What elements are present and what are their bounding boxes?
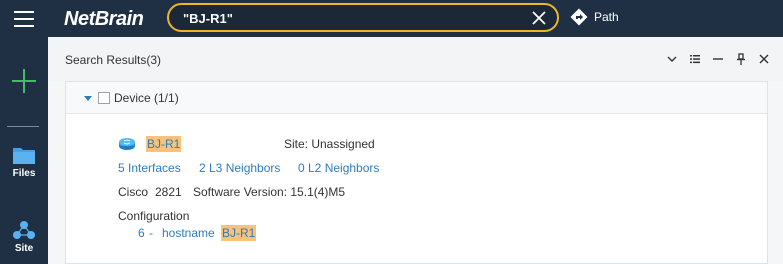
router-icon [119, 138, 135, 150]
panel-title: Search Results(3) [65, 53, 162, 67]
device-name-link[interactable]: BJ-R1 [146, 136, 182, 152]
sidebar-item-site[interactable]: Site [0, 220, 48, 254]
interfaces-link[interactable]: 5 Interfaces [118, 160, 181, 176]
configuration-heading: Configuration [118, 209, 190, 223]
config-keyword[interactable]: hostname [162, 225, 215, 241]
group-label: Device (1/1) [114, 90, 179, 105]
l3-neighbors-link[interactable]: 2 L3 Neighbors [199, 160, 280, 176]
path-label: Path [594, 10, 619, 24]
hamburger-menu-button[interactable] [0, 0, 48, 37]
pin-icon[interactable] [734, 52, 748, 66]
site-icon [13, 221, 35, 239]
folder-icon [13, 148, 35, 164]
left-sidebar: Files Site [0, 37, 48, 264]
model-label: 2821 [155, 185, 182, 199]
top-bar: NetBrain Path [0, 0, 783, 37]
close-icon[interactable] [757, 52, 771, 66]
sidebar-item-label: Files [12, 168, 36, 179]
config-line-number[interactable]: 6 [138, 225, 145, 241]
list-icon[interactable] [688, 52, 702, 66]
l2-neighbors-link[interactable]: 0 L2 Neighbors [298, 160, 379, 176]
close-icon[interactable] [531, 10, 547, 26]
search-input[interactable] [183, 9, 523, 27]
menu-bar-line [14, 10, 34, 13]
config-dash: - [149, 226, 153, 240]
minimize-icon[interactable] [711, 52, 725, 66]
caret-down-icon[interactable] [84, 94, 92, 102]
config-match-highlight[interactable]: BJ-R1 [221, 225, 257, 241]
chevron-down-icon[interactable] [665, 52, 679, 66]
sidebar-divider [7, 126, 39, 127]
path-button[interactable]: Path [570, 7, 619, 27]
site-label: Site: Unassigned [284, 137, 375, 151]
device-group-header[interactable]: Device (1/1) [66, 82, 767, 114]
vendor-label: Cisco [118, 185, 149, 199]
search-box[interactable] [167, 3, 559, 32]
sidebar-item-label: Site [14, 243, 34, 254]
results-list: Device (1/1) BJ-R1 Site: Unassigned 5 In… [65, 81, 768, 264]
group-checkbox[interactable] [98, 91, 110, 104]
search-results-panel: Search Results(3) Device (1/1) BJ-R1 Sit… [48, 37, 783, 264]
sidebar-item-files[interactable]: Files [0, 145, 48, 179]
panel-toolbar [665, 52, 771, 66]
add-icon[interactable] [10, 67, 38, 95]
menu-bar-line [14, 17, 34, 20]
software-version-label: Software Version: 15.1(4)M5 [193, 185, 346, 199]
app-logo: NetBrain [64, 8, 144, 30]
menu-bar-line [14, 24, 34, 27]
panel-header: Search Results(3) [48, 37, 783, 81]
path-icon [570, 8, 588, 26]
